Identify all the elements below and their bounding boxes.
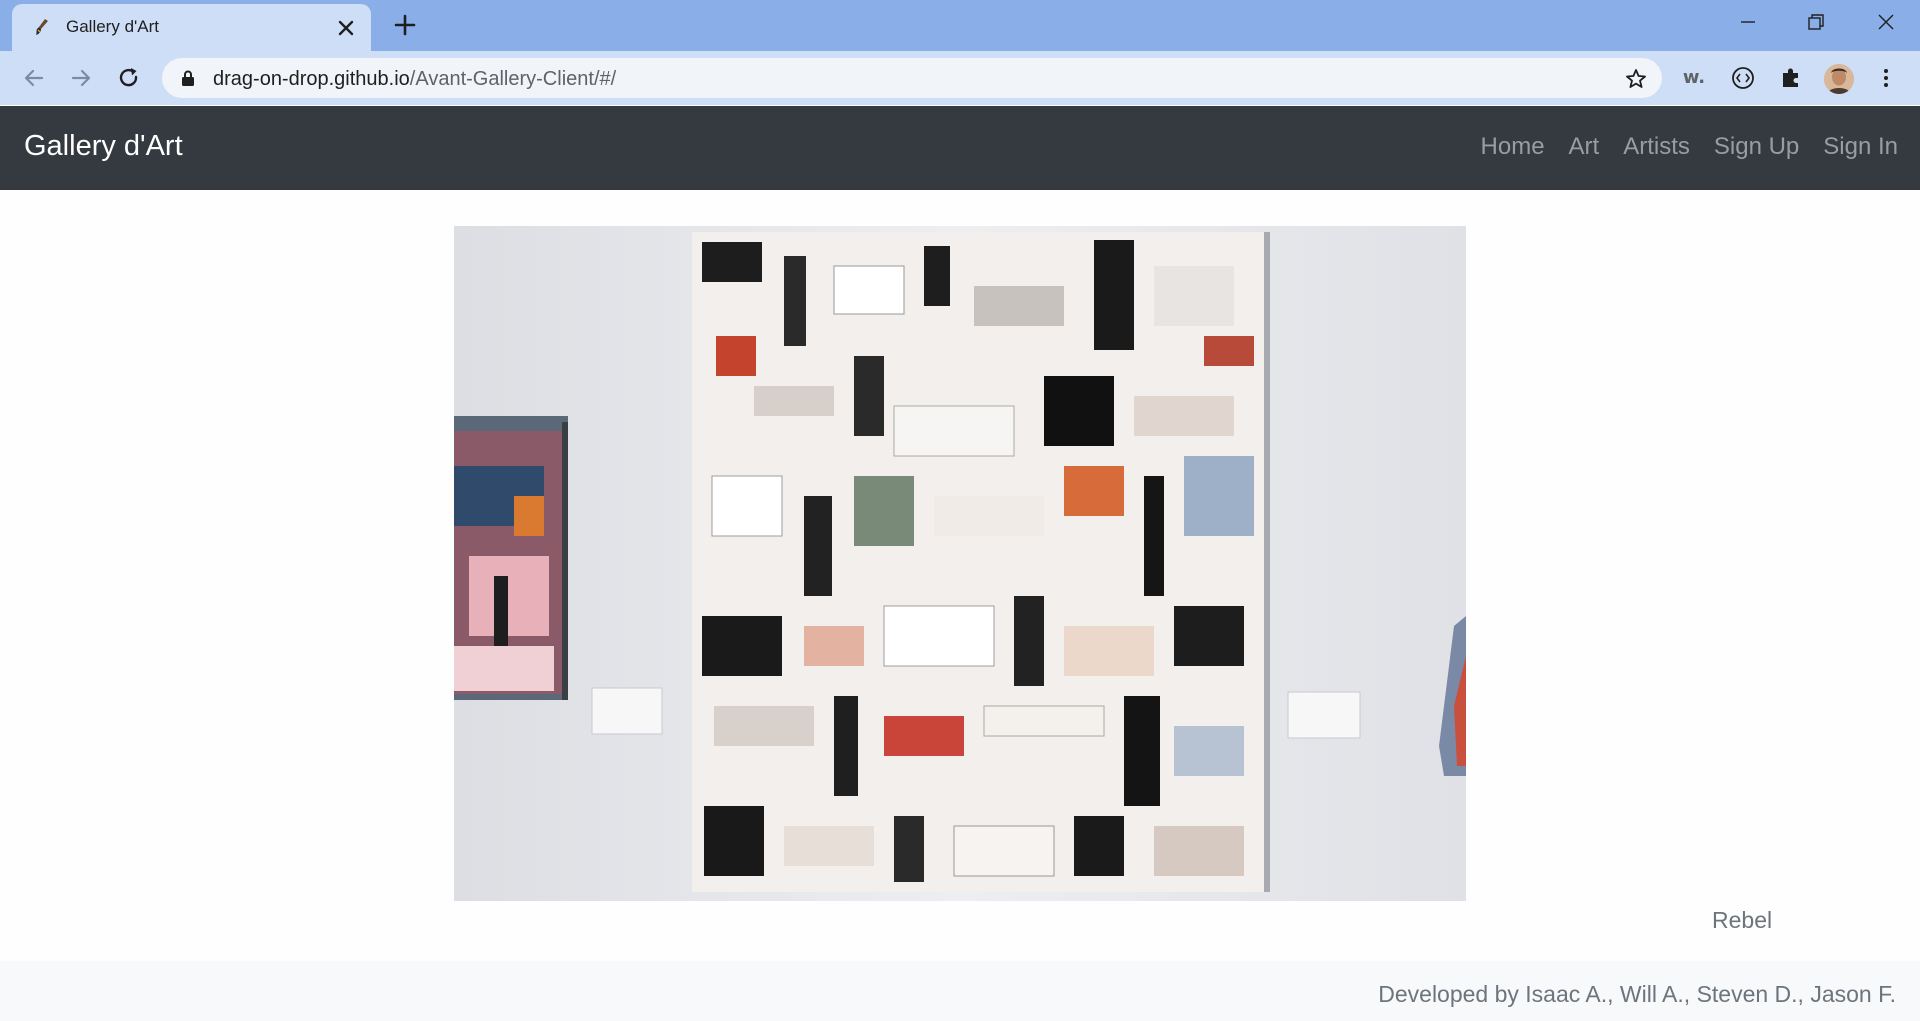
extensions-puzzle-icon[interactable]	[1777, 64, 1805, 92]
browser-tabstrip: Gallery d'Art	[0, 0, 1920, 51]
extension-w-icon[interactable]: w.	[1680, 64, 1708, 92]
nav-link-artists[interactable]: Artists	[1623, 133, 1690, 161]
paintbrush-favicon-icon	[36, 19, 48, 35]
url-host: drag-on-drop.github.io	[213, 68, 410, 90]
lock-icon[interactable]	[180, 69, 196, 87]
forward-icon[interactable]	[67, 64, 95, 92]
site-nav-links: Home Art Artists Sign Up Sign In	[1481, 133, 1898, 161]
close-window-icon[interactable]	[1872, 8, 1900, 36]
extension-code-icon[interactable]	[1729, 64, 1757, 92]
nav-link-art[interactable]: Art	[1569, 133, 1600, 161]
site-brand[interactable]: Gallery d'Art	[24, 130, 183, 163]
site-navbar: Gallery d'Art Home Art Artists Sign Up S…	[0, 106, 1920, 190]
restore-window-icon[interactable]	[1802, 8, 1830, 36]
nav-link-sign-up[interactable]: Sign Up	[1714, 133, 1799, 161]
artwork-image[interactable]	[454, 226, 1466, 901]
artwork-painting-illustration	[454, 226, 1466, 901]
site-footer: Developed by Isaac A., Will A., Steven D…	[0, 961, 1920, 1021]
address-bar[interactable]: drag-on-drop.github.io/Avant-Gallery-Cli…	[162, 58, 1662, 98]
profile-avatar[interactable]	[1824, 64, 1854, 94]
nav-link-sign-in[interactable]: Sign In	[1823, 133, 1898, 161]
url-text[interactable]: drag-on-drop.github.io/Avant-Gallery-Cli…	[213, 68, 616, 91]
url-path: /Avant-Gallery-Client/#/	[409, 68, 617, 90]
browser-toolbar: drag-on-drop.github.io/Avant-Gallery-Cli…	[0, 51, 1920, 105]
close-tab-icon[interactable]	[334, 16, 358, 40]
artwork-title: Rebel	[1712, 907, 1773, 933]
footer-credits: Developed by Isaac A., Will A., Steven D…	[1378, 981, 1896, 1007]
bookmark-star-icon[interactable]	[1624, 67, 1648, 91]
browser-menu-icon[interactable]	[1872, 64, 1900, 92]
nav-link-home[interactable]: Home	[1481, 133, 1545, 161]
tab-title: Gallery d'Art	[66, 17, 159, 36]
profile-avatar-image	[1824, 64, 1854, 94]
browser-tab[interactable]: Gallery d'Art	[12, 4, 371, 51]
new-tab-icon[interactable]	[392, 12, 418, 38]
reload-icon[interactable]	[115, 64, 143, 92]
back-icon[interactable]	[20, 64, 48, 92]
minimize-window-icon[interactable]	[1734, 8, 1762, 36]
